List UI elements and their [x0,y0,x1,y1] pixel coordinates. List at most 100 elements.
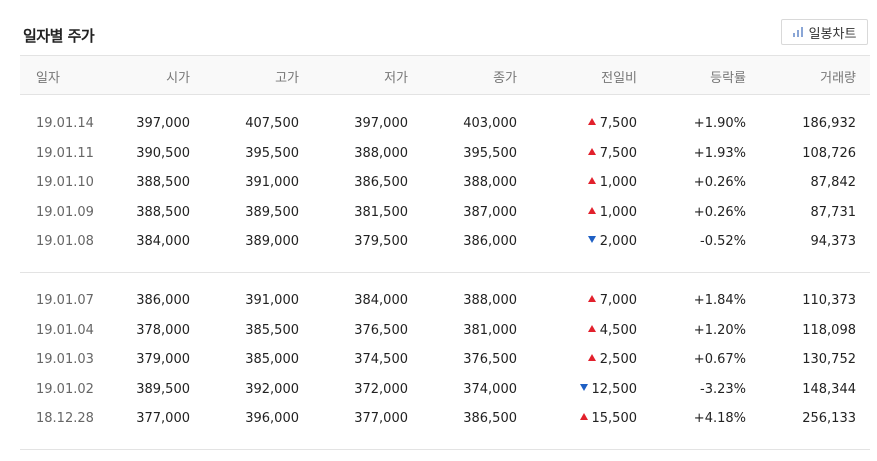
table-header: 일자 시가 고가 저가 종가 전일비 등락률 거래량 [20,55,870,95]
change-value: 1,000 [599,204,637,220]
cell-volume: 110,373 [802,293,856,308]
cell-open: 388,500 [136,204,190,220]
cell-change: 4,500 [587,322,637,338]
cell-change: 7,500 [587,145,637,161]
triangle-up-icon [579,413,588,420]
price-table-group-2: 19.01.07 386,000 391,000 384,000 388,000 7,00… [20,287,870,435]
daily-chart-button[interactable]: 일봉차트 [781,19,868,45]
cell-open: 379,000 [136,352,190,367]
cell-date: 19.01.02 [36,381,94,397]
cell-date: 19.01.04 [36,322,94,338]
cell-low: 376,500 [354,322,408,338]
cell-volume: 108,726 [802,145,856,161]
cell-volume: 130,752 [802,352,856,367]
cell-date: 19.01.10 [36,175,94,190]
cell-date: 19.01.09 [36,204,94,220]
cell-volume: 256,133 [802,411,856,426]
change-value: 7,000 [599,293,637,308]
cell-high: 389,000 [245,234,299,249]
cell-close: 388,000 [463,293,517,308]
change-value: 15,500 [591,411,638,426]
cell-open: 388,500 [136,175,190,190]
cell-high: 407,500 [245,116,299,131]
change-value: 1,000 [599,175,637,190]
cell-rate: +1.90% [693,116,746,131]
price-table-group-1: 19.01.14 397,000 407,500 397,000 403,000 7,50… [20,110,870,258]
change-value: 7,500 [599,145,637,161]
column-header-low: 저가 [384,71,408,86]
cell-change: 15,500 [579,411,638,426]
cell-change: 1,000 [587,175,637,190]
cell-high: 396,000 [245,411,299,426]
change-value: 2,000 [599,234,637,249]
cell-low: 384,000 [354,293,408,308]
cell-rate: +0.26% [693,175,746,190]
cell-high: 391,000 [245,175,299,190]
cell-date: 19.01.03 [36,352,94,367]
cell-volume: 148,344 [802,381,856,397]
table-row: 19.01.03 379,000 385,000 374,500 376,500 2,50… [20,346,870,376]
cell-high: 385,500 [245,322,299,338]
table-row: 19.01.09 388,500 389,500 381,500 387,000 1,00… [20,199,870,229]
triangle-up-icon [587,324,596,332]
cell-low: 379,500 [354,234,408,249]
column-header-high: 고가 [275,71,299,86]
change-value: 7,500 [599,116,637,131]
column-header-date: 일자 [36,71,60,86]
table-row: 19.01.08 384,000 389,000 379,500 386,000 2,00… [20,228,870,258]
column-header-change: 전일비 [601,71,637,86]
cell-volume: 186,932 [802,116,856,131]
cell-close: 381,000 [463,322,517,338]
cell-volume: 94,373 [810,234,857,249]
table-row: 19.01.14 397,000 407,500 397,000 403,000 7,50… [20,110,870,140]
cell-change: 1,000 [587,204,637,220]
cell-rate: +1.93% [693,145,746,161]
cell-close: 386,000 [463,234,517,249]
cell-close: 395,500 [463,145,517,161]
cell-date: 19.01.14 [36,116,94,131]
cell-date: 19.01.08 [36,234,94,249]
cell-date: 18.12.28 [36,411,94,426]
triangle-up-icon [587,147,596,155]
cell-volume: 87,731 [810,204,857,220]
cell-high: 395,500 [245,145,299,161]
cell-change: 7,500 [587,116,637,131]
cell-volume: 87,842 [810,175,857,190]
cell-change: 2,000 [587,234,637,249]
cell-open: 377,000 [136,411,190,426]
cell-open: 390,500 [136,145,190,161]
cell-rate: +1.84% [693,293,746,308]
change-value: 4,500 [599,322,637,338]
table-row: 19.01.10 388,500 391,000 386,500 388,000 1,00… [20,169,870,199]
cell-high: 392,000 [245,381,299,397]
table-row: 19.01.07 386,000 391,000 384,000 388,000 7,00… [20,287,870,317]
column-header-rate: 등락률 [710,71,746,86]
triangle-up-icon [587,118,596,125]
triangle-up-icon [587,206,596,214]
triangle-up-icon [587,177,596,184]
cell-close: 376,500 [463,352,517,367]
table-bottom-border [20,449,870,450]
cell-rate: -0.52% [700,234,746,249]
table-row: 19.01.02 389,500 392,000 372,000 374,000 12,5… [20,376,870,406]
cell-close: 374,000 [463,381,517,397]
cell-low: 381,500 [354,204,408,220]
change-value: 2,500 [599,352,637,367]
cell-date: 19.01.07 [36,293,94,308]
cell-low: 386,500 [354,175,408,190]
change-value: 12,500 [591,381,638,397]
cell-low: 377,000 [354,411,408,426]
cell-date: 19.01.11 [36,145,94,161]
table-row: 19.01.11 390,500 395,500 388,000 395,500 7,50… [20,140,870,170]
cell-close: 387,000 [463,204,517,220]
triangle-up-icon [587,354,596,361]
column-header-volume: 거래량 [820,71,856,86]
triangle-down-icon [587,236,596,243]
triangle-up-icon [587,295,596,302]
cell-high: 391,000 [245,293,299,308]
cell-open: 389,500 [136,381,190,397]
table-row: 18.12.28 377,000 396,000 377,000 386,500 15,5… [20,405,870,435]
bar-chart-icon [792,27,803,37]
cell-rate: -3.23% [700,381,746,397]
cell-close: 388,000 [463,175,517,190]
